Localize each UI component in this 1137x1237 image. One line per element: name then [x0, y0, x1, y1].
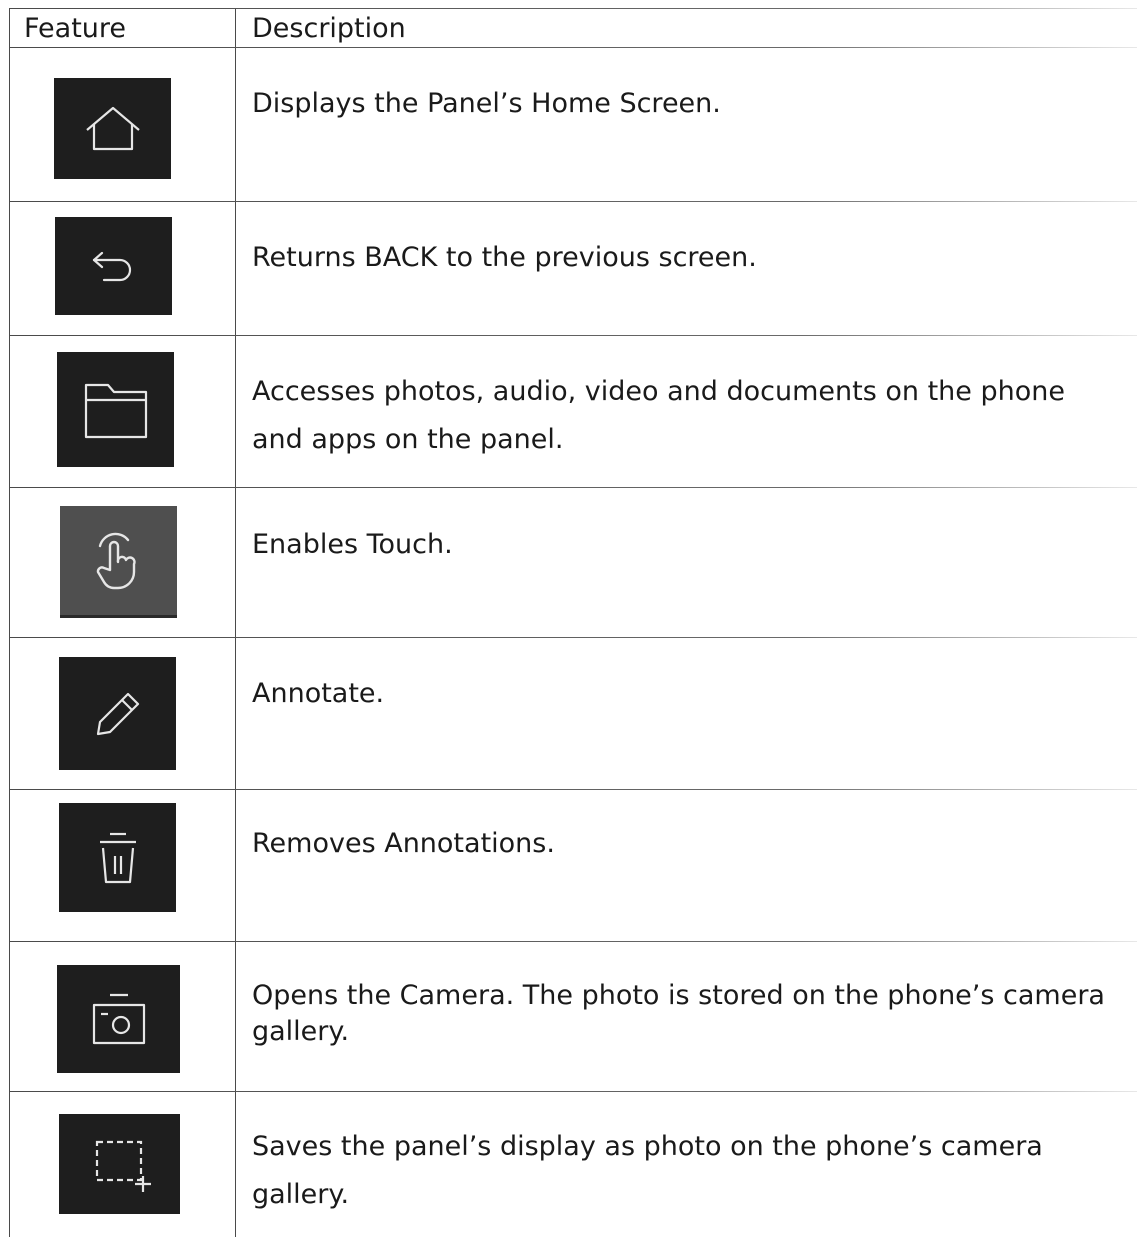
row-description: Displays the Panel’s Home Screen.	[252, 88, 721, 119]
row-description: Removes Annotations.	[252, 828, 555, 859]
row-divider	[9, 941, 1137, 942]
trash-icon	[59, 803, 176, 912]
table-border-left	[9, 8, 10, 1237]
row-description: Enables Touch.	[252, 529, 453, 560]
row-divider	[9, 47, 1137, 48]
row-divider	[9, 637, 1137, 638]
folder-icon	[57, 352, 174, 467]
row-divider	[9, 8, 1137, 9]
touch-hand-icon	[60, 506, 177, 618]
row-description: Saves the panel’s display as photo on th…	[252, 1131, 1043, 1210]
back-arrow-icon	[55, 217, 172, 315]
row-description: Returns BACK to the previous screen.	[252, 242, 757, 273]
column-divider	[235, 8, 236, 1237]
row-divider	[9, 1091, 1137, 1092]
row-divider	[9, 201, 1137, 202]
row-divider	[9, 335, 1137, 336]
header-feature: Feature	[24, 13, 127, 44]
row-description: Accesses photos, audio, video and docume…	[252, 376, 1065, 455]
row-divider	[9, 487, 1137, 488]
row-description: Opens the Camera. The photo is stored on…	[252, 980, 1105, 1047]
row-description: Annotate.	[252, 678, 385, 709]
camera-icon	[57, 965, 180, 1073]
row-divider	[9, 789, 1137, 790]
home-icon	[54, 78, 171, 179]
header-description: Description	[252, 13, 406, 44]
feature-table: Feature Description Displays the Panel’s…	[9, 8, 1137, 1237]
pencil-icon	[59, 657, 176, 770]
screenshot-icon	[59, 1114, 180, 1214]
